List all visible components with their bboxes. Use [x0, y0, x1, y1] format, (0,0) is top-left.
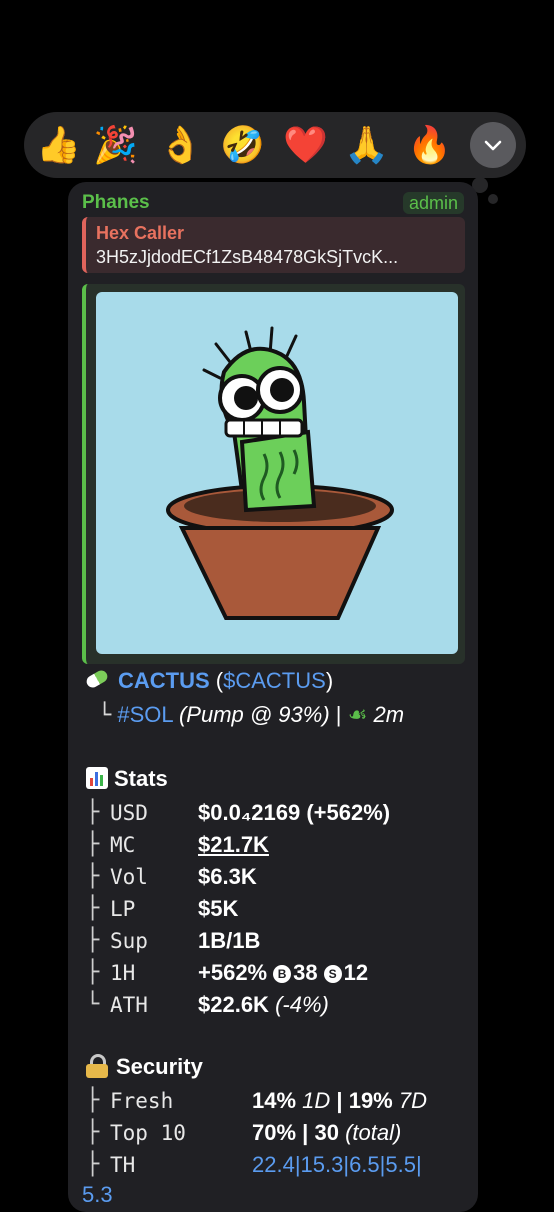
separator: |	[336, 1088, 343, 1113]
stat-value: $6.3K	[198, 864, 257, 889]
buys-icon: B	[273, 965, 292, 983]
chain-tag[interactable]: #SOL	[117, 702, 172, 727]
admin-badge: admin	[402, 192, 464, 214]
separator: |	[302, 1120, 309, 1145]
chevron-down-icon	[484, 140, 502, 151]
tree-branch: ├	[86, 896, 100, 921]
reaction-fire[interactable]: 🔥	[407, 124, 452, 168]
ath-value: $22.6K	[198, 992, 269, 1017]
tree-branch: ├	[86, 800, 100, 825]
market-cap-link[interactable]: $21.7K	[198, 832, 269, 858]
tree-branch: ├	[86, 1120, 100, 1145]
token-name[interactable]: CACTUS	[118, 668, 210, 693]
reaction-bar-tail-dot	[488, 194, 498, 204]
reply-text: 3H5zJjdodECf1ZsB48478GkSjTvcK...	[96, 247, 399, 267]
separator: |	[335, 702, 342, 727]
tree-branch: ├	[86, 928, 100, 953]
tree-branch: └	[98, 703, 112, 728]
security-label: TH	[110, 1153, 136, 1177]
stat-label: Vol	[110, 865, 148, 889]
message-bubble[interactable]: Phanes admin Hex Caller 3H5zJjdodECf1ZsB…	[68, 182, 478, 1212]
tree-branch: ├	[86, 1088, 100, 1113]
sender-name[interactable]: Phanes	[82, 192, 150, 214]
cactus-image[interactable]	[96, 292, 458, 654]
stat-value-ath: $22.6K (-4%)	[198, 992, 329, 1018]
seedling-icon: ☙	[347, 702, 368, 727]
sells-icon: S	[323, 965, 342, 983]
top10-count: 30	[314, 1120, 339, 1145]
reaction-party[interactable]: 🎉	[93, 124, 138, 168]
fresh-1d: 14%	[252, 1088, 297, 1113]
bar-chart-icon	[86, 767, 108, 789]
top10-value: 70% | 30 (total)	[252, 1120, 401, 1146]
top-holders-overflow[interactable]: 5.3	[82, 1182, 113, 1208]
stat-label: ATH	[110, 993, 148, 1017]
pump-status: (Pump @ 93%)	[178, 702, 330, 727]
tree-branch: ├	[86, 1152, 100, 1177]
token-symbol[interactable]: $CACTUS	[223, 668, 326, 693]
tree-branch: ├	[86, 960, 100, 985]
security-label: Top 10	[110, 1121, 186, 1145]
token-age: 2m	[373, 702, 405, 727]
stats-title: Stats	[114, 766, 168, 791]
tree-branch: └	[86, 992, 100, 1017]
pill-icon	[84, 668, 110, 690]
fresh-value: 14% 1D | 19% 7D	[252, 1088, 427, 1114]
top10-pct: 70%	[252, 1120, 297, 1145]
reaction-rofl[interactable]: 🤣	[220, 124, 265, 168]
stat-label: Sup	[110, 929, 148, 953]
security-heading: Security	[86, 1054, 203, 1080]
more-reactions-button[interactable]	[470, 122, 516, 168]
stat-value: $5K	[198, 896, 239, 921]
buys-count: 38	[293, 960, 318, 985]
cactus-illustration	[166, 326, 394, 620]
token-subline: └ #SOL (Pump @ 93%) | ☙ 2m	[98, 702, 404, 728]
sells-count: 12	[343, 960, 369, 985]
stat-label: 1H	[110, 961, 136, 985]
reaction-bar: 👍 🎉 👌 🤣 ❤️ 🙏 🔥	[24, 112, 526, 178]
stat-label: LP	[110, 897, 136, 921]
fresh-7d: 19%	[348, 1088, 393, 1113]
change-1h: +562%	[198, 960, 268, 985]
reply-quote[interactable]: Hex Caller 3H5zJjdodECf1ZsB48478GkSjTvcK…	[82, 217, 465, 273]
stat-value-1h: +562% B 38 S 12	[198, 960, 368, 986]
security-label: Fresh	[110, 1089, 174, 1113]
security-title: Security	[116, 1054, 203, 1079]
stat-value: $0.0₄2169 (+562%)	[198, 800, 391, 825]
reaction-heart[interactable]: ❤️	[283, 124, 328, 168]
token-header: CACTUS ($CACTUS)	[84, 668, 334, 694]
top-holders-values[interactable]: 22.4|15.3|6.5|5.5|	[252, 1152, 422, 1178]
fresh-7d-unit: 7D	[398, 1088, 427, 1113]
stat-label: MC	[110, 833, 136, 857]
lock-icon	[86, 1054, 108, 1078]
top10-total: (total)	[345, 1120, 402, 1145]
token-symbol-close: )	[325, 668, 334, 693]
reaction-thumbs-up[interactable]: 👍	[36, 124, 81, 168]
reply-author: Hex Caller	[96, 223, 185, 243]
ath-change: (-4%)	[275, 992, 329, 1017]
stats-heading: Stats	[86, 766, 168, 792]
tree-branch: ├	[86, 864, 100, 889]
reaction-ok-hand[interactable]: 👌	[158, 124, 203, 168]
stat-value: 1B/1B	[198, 928, 261, 953]
link-preview[interactable]	[82, 284, 465, 664]
reaction-pray[interactable]: 🙏	[344, 124, 389, 168]
stat-label: USD	[110, 801, 148, 825]
tree-branch: ├	[86, 832, 100, 857]
fresh-1d-unit: 1D	[302, 1088, 331, 1113]
